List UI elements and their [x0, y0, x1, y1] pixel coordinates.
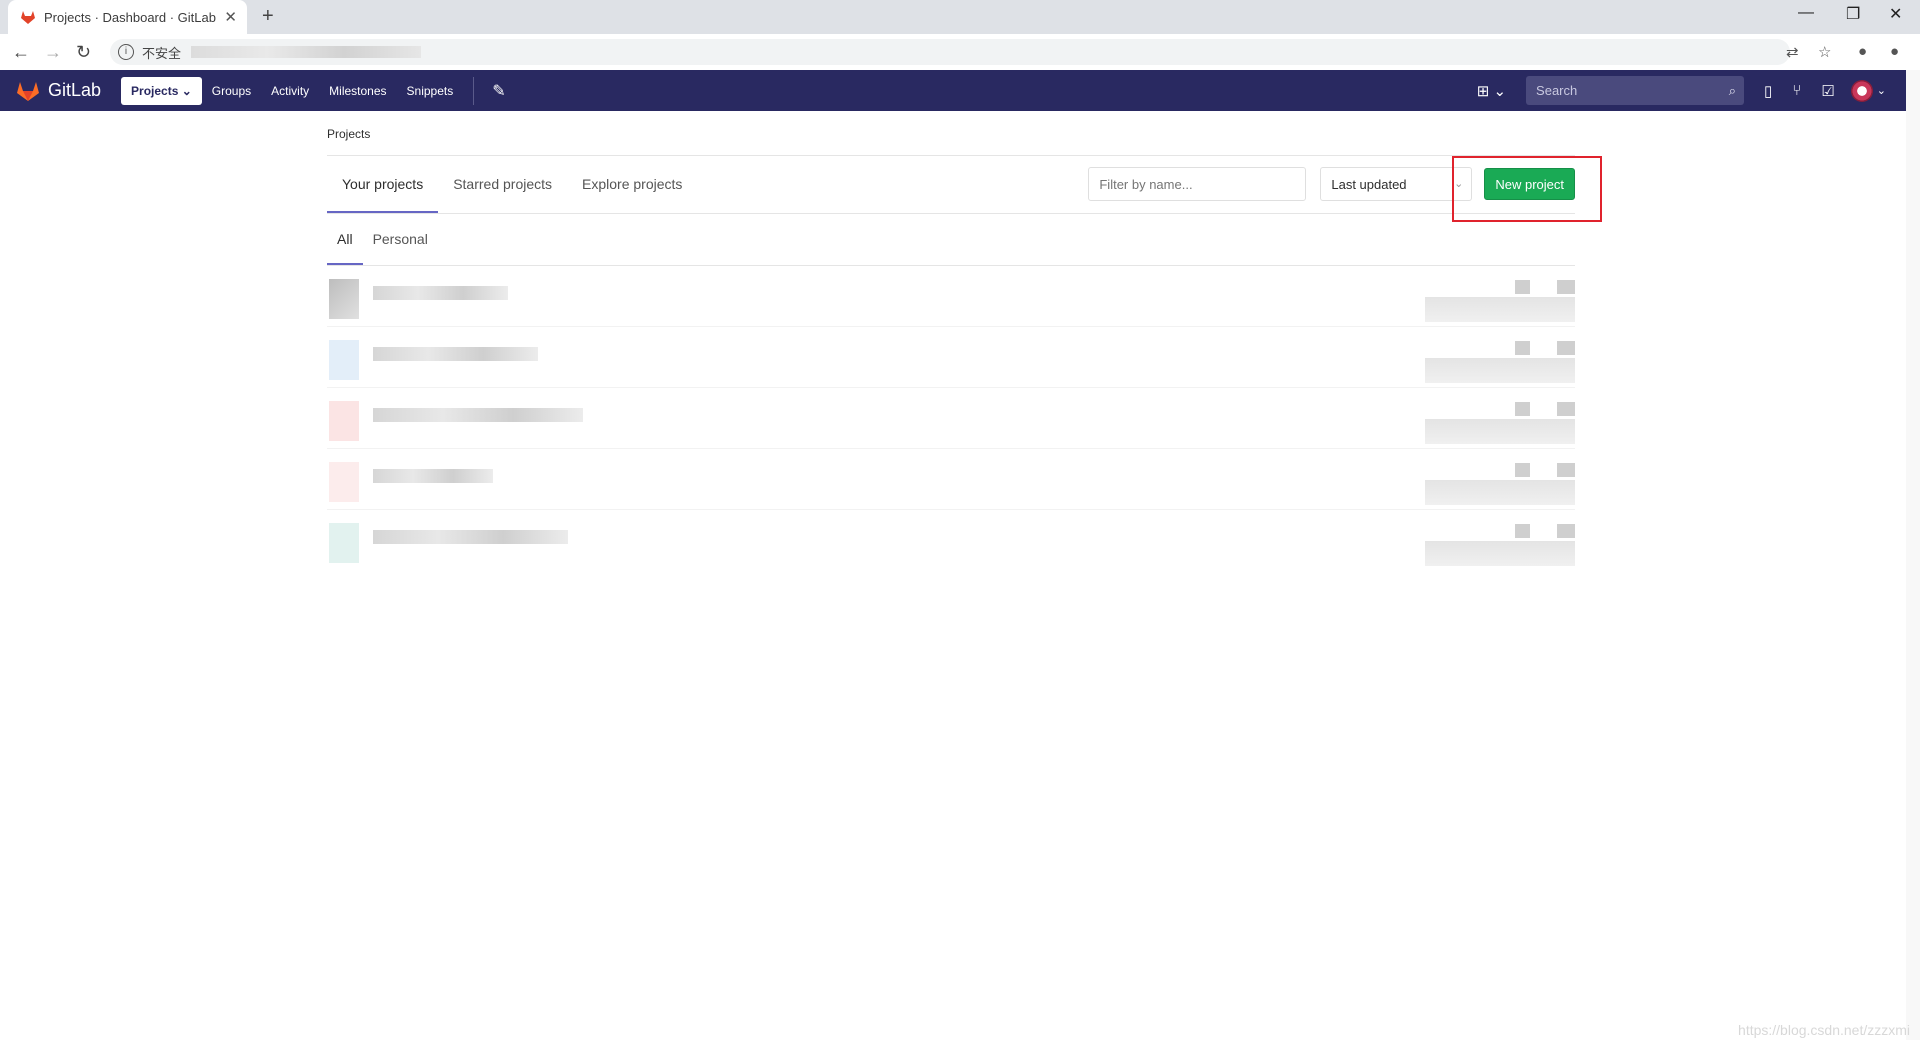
scrollbar[interactable] — [1906, 70, 1920, 1040]
search-input[interactable] — [1534, 82, 1699, 99]
projects-toolbar: Your projects Starred projects Explore p… — [327, 156, 1575, 214]
bookmark-star-icon[interactable]: ☆ — [1818, 43, 1831, 61]
nav-projects[interactable]: Projects ⌄ — [121, 76, 202, 105]
sort-selected: Last updated — [1331, 176, 1407, 192]
gitlab-brand: GitLab — [48, 80, 102, 100]
project-stats-blurred — [1425, 524, 1575, 566]
project-avatar — [329, 340, 359, 380]
gitlab-tanuki-icon — [17, 81, 39, 101]
project-name-blurred — [373, 347, 538, 361]
gitlab-favicon-icon — [21, 11, 35, 24]
tab-title: Projects · Dashboard · GitLab — [44, 9, 216, 25]
info-icon[interactable]: i — [118, 44, 134, 60]
nav-separator — [473, 76, 475, 105]
project-avatar — [329, 523, 359, 563]
search-box[interactable]: ⌕ — [1526, 76, 1745, 105]
new-tab-button[interactable]: + — [262, 5, 274, 28]
project-stats-blurred — [1425, 341, 1575, 383]
user-avatar[interactable] — [1850, 79, 1873, 102]
project-name-blurred — [373, 469, 493, 483]
breadcrumb[interactable]: Projects — [327, 111, 1575, 156]
sort-dropdown[interactable]: Last updated ⌄ — [1320, 167, 1473, 201]
project-row[interactable] — [327, 449, 1575, 510]
todos-icon[interactable]: ☑ — [1821, 82, 1834, 100]
tab-explore-projects[interactable]: Explore projects — [567, 156, 697, 213]
close-window-icon[interactable]: ✕ — [1889, 4, 1902, 24]
address-bar: ← → ↻ i 不安全 ⇄ ☆ ● ● — [0, 34, 1920, 71]
merge-requests-icon[interactable]: ⑂ — [1792, 82, 1801, 99]
project-avatar — [329, 279, 359, 319]
watermark: https://blog.csdn.net/zzzxmi — [1738, 1022, 1910, 1038]
gitlab-logo[interactable]: GitLab — [16, 80, 101, 102]
forward-icon[interactable]: → — [44, 42, 62, 63]
tab-starred-projects[interactable]: Starred projects — [438, 156, 567, 213]
project-stats-blurred — [1425, 463, 1575, 505]
project-avatar — [329, 462, 359, 502]
project-stats-blurred — [1425, 280, 1575, 322]
search-icon: ⌕ — [1728, 82, 1737, 98]
back-icon[interactable]: ← — [12, 42, 30, 63]
restore-icon[interactable]: ❐ — [1846, 4, 1860, 24]
subtab-all[interactable]: All — [327, 214, 363, 265]
project-list — [327, 266, 1575, 570]
filter-by-name-input[interactable] — [1088, 167, 1307, 201]
nav-groups[interactable]: Groups — [202, 77, 261, 105]
red-highlight-box — [1452, 156, 1602, 222]
gitlab-navbar: GitLab Projects ⌄ Groups Activity Milest… — [0, 70, 1906, 111]
insecure-label: 不安全 — [142, 45, 182, 61]
omnibox[interactable]: i 不安全 — [110, 39, 1790, 65]
project-stats-blurred — [1425, 402, 1575, 444]
browser-tab[interactable]: Projects · Dashboard · GitLab ✕ — [8, 0, 247, 34]
minimize-icon[interactable]: — — [1798, 4, 1814, 22]
subtab-personal[interactable]: Personal — [363, 214, 438, 265]
filter-subtabs: All Personal — [327, 214, 1575, 266]
chevron-down-icon[interactable]: ⌄ — [1877, 84, 1886, 97]
project-row[interactable] — [327, 388, 1575, 449]
main-content: Projects Your projects Starred projects … — [327, 111, 1575, 570]
reload-icon[interactable]: ↻ — [76, 42, 91, 63]
nav-snippets[interactable]: Snippets — [397, 77, 464, 105]
new-dropdown-icon[interactable]: ⊞ ⌄ — [1477, 82, 1506, 100]
close-tab-icon[interactable]: ✕ — [224, 8, 237, 26]
translate-icon[interactable]: ⇄ — [1786, 43, 1799, 61]
project-name-blurred — [373, 530, 568, 544]
admin-wrench-icon[interactable]: ✎ — [492, 81, 505, 101]
tab-your-projects[interactable]: Your projects — [327, 156, 439, 213]
project-row[interactable] — [327, 266, 1575, 327]
browser-tabstrip: Projects · Dashboard · GitLab ✕ + — ❐ ✕ — [0, 0, 1920, 34]
extension-icon[interactable]: ● — [1890, 43, 1899, 60]
project-row[interactable] — [327, 510, 1575, 570]
profile-icon[interactable]: ● — [1858, 43, 1867, 60]
nav-milestones[interactable]: Milestones — [319, 77, 396, 105]
issues-icon[interactable]: ▯ — [1764, 82, 1772, 100]
url-text-blurred — [191, 46, 422, 58]
nav-activity[interactable]: Activity — [261, 77, 319, 105]
project-name-blurred — [373, 286, 508, 300]
project-row[interactable] — [327, 327, 1575, 388]
project-name-blurred — [373, 408, 583, 422]
project-avatar — [329, 401, 359, 441]
